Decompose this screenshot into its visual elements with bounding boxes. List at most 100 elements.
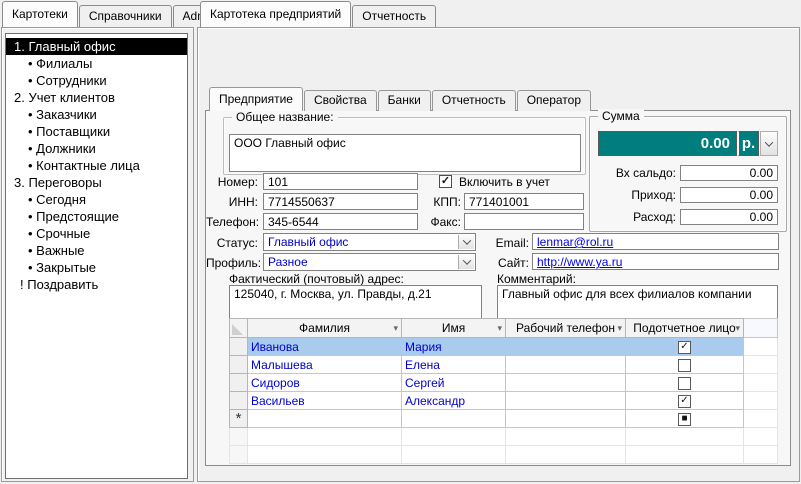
cell-firstname[interactable] — [401, 409, 506, 428]
tab-reports[interactable]: Отчетность — [431, 90, 516, 111]
email-link[interactable]: lenmar@rol.ru — [537, 235, 613, 249]
comment-input[interactable]: Главный офис для всех филиалов компании — [497, 285, 778, 319]
tree-item-main-office[interactable]: 1. Главный офис — [6, 38, 187, 55]
sum-currency-dropdown-button[interactable] — [760, 131, 778, 156]
tree-item-suppliers[interactable]: • Поставщики — [6, 123, 187, 140]
filter-arrow-icon[interactable]: ▾ — [393, 323, 398, 333]
row-selector[interactable] — [229, 337, 248, 356]
accountable-checkbox[interactable] — [678, 358, 691, 372]
accountable-checkbox[interactable]: ■ — [678, 412, 691, 426]
tab-spravochniki[interactable]: Справочники — [78, 5, 172, 27]
tree-item-employees[interactable]: • Сотрудники — [6, 72, 187, 89]
profile-dropdown-button[interactable] — [458, 255, 474, 269]
cell-firstname[interactable]: Мария — [401, 337, 506, 356]
cell-firstname[interactable]: Сергей — [401, 373, 506, 392]
tab-enterprise[interactable]: Предприятие — [209, 87, 303, 111]
row-selector[interactable] — [229, 355, 248, 374]
cell-accountable[interactable]: ■ — [625, 409, 744, 428]
tree-item-debtors[interactable]: • Должники — [6, 140, 187, 157]
column-header-workphone[interactable]: Рабочий телефон ▾ — [505, 318, 626, 338]
cell-accountable[interactable]: ✓ — [625, 391, 744, 410]
profile-combobox[interactable]: Разное — [263, 253, 476, 271]
cell-filler — [743, 355, 778, 374]
tab-enterprises-card[interactable]: Картотека предприятий — [200, 1, 352, 27]
row-selector — [229, 445, 248, 464]
sum-total-display: 0.00 — [598, 131, 737, 156]
cell-lastname[interactable] — [247, 409, 402, 428]
row-selector — [229, 427, 248, 446]
filter-arrow-icon[interactable]: ▾ — [735, 323, 740, 333]
cell-accountable[interactable] — [625, 373, 744, 392]
table-row[interactable]: Сидоров Сергей — [229, 373, 778, 392]
cell-workphone[interactable] — [505, 355, 626, 374]
cell-workphone[interactable] — [505, 373, 626, 392]
tree-item-important[interactable]: • Важные — [6, 242, 187, 259]
cell-firstname[interactable]: Александр — [401, 391, 506, 410]
row-selector[interactable] — [229, 391, 248, 410]
include-checkbox[interactable]: ✓ — [439, 175, 452, 188]
tab-kartoteki[interactable]: Картотеки — [2, 1, 78, 27]
general-name-input[interactable]: ООО Главный офис — [229, 134, 581, 172]
cell-workphone[interactable] — [505, 391, 626, 410]
inn-input[interactable]: 7714550637 — [263, 193, 418, 210]
tree-item-urgent[interactable]: • Срочные — [6, 225, 187, 242]
accountable-checkbox[interactable]: ✓ — [678, 340, 691, 354]
expense-input[interactable]: 0.00 — [680, 209, 778, 225]
tab-banks[interactable]: Банки — [377, 90, 431, 111]
site-input[interactable]: http://www.ya.ru — [532, 253, 779, 270]
opening-balance-input[interactable]: 0.00 — [680, 165, 778, 181]
column-header-lastname[interactable]: Фамилия ▾ — [247, 318, 402, 338]
tree-item-today[interactable]: • Сегодня — [6, 191, 187, 208]
email-label: Email: — [495, 236, 529, 250]
fax-input[interactable] — [464, 213, 584, 230]
tree-item-upcoming[interactable]: • Предстоящие — [6, 208, 187, 225]
cell-firstname[interactable]: Елена — [401, 355, 506, 374]
phone-input[interactable]: 345-6544 — [263, 213, 418, 230]
tree-item-closed[interactable]: • Закрытые — [6, 259, 187, 276]
kpp-label: КПП: — [433, 195, 461, 209]
accountable-checkbox[interactable]: ✓ — [678, 394, 691, 408]
site-link[interactable]: http://www.ya.ru — [537, 255, 622, 269]
tree-item-client-accounting[interactable]: 2. Учет клиентов — [6, 89, 187, 106]
number-input[interactable]: 101 — [263, 173, 418, 190]
row-selector[interactable] — [229, 373, 248, 392]
tree-item-contacts[interactable]: • Контактные лица — [6, 157, 187, 174]
tree-item-customers[interactable]: • Заказчики — [6, 106, 187, 123]
table-new-row[interactable]: * ■ — [229, 409, 778, 428]
status-dropdown-button[interactable] — [458, 235, 474, 249]
tree-item-negotiations[interactable]: 3. Переговоры — [6, 174, 187, 191]
column-header-accountable[interactable]: Подотчетное лицо ▾ — [625, 318, 744, 338]
tree-item-congratulate[interactable]: ! Поздравить — [6, 276, 187, 293]
filter-arrow-icon[interactable]: ▾ — [497, 323, 502, 333]
table-row[interactable]: Васильев Александр ✓ — [229, 391, 778, 410]
cell-filler — [743, 373, 778, 392]
table-empty-row — [229, 445, 778, 464]
column-header-firstname[interactable]: Имя ▾ — [401, 318, 506, 338]
tab-operator[interactable]: Оператор — [516, 90, 592, 111]
cell-lastname[interactable]: Иванова — [247, 337, 402, 356]
cell-accountable[interactable]: ✓ — [625, 337, 744, 356]
kpp-input[interactable]: 771401001 — [464, 193, 584, 210]
cell-lastname[interactable]: Васильев — [247, 391, 402, 410]
cell-workphone[interactable] — [505, 409, 626, 428]
tab-properties[interactable]: Свойства — [303, 90, 377, 111]
filter-arrow-icon[interactable]: ▾ — [617, 323, 622, 333]
cell-accountable[interactable] — [625, 355, 744, 374]
income-input[interactable]: 0.00 — [680, 187, 778, 203]
tab-reporting[interactable]: Отчетность — [352, 5, 437, 27]
table-select-all-corner[interactable] — [229, 318, 248, 338]
table-row[interactable]: Малышева Елена — [229, 355, 778, 374]
accountable-checkbox[interactable] — [678, 376, 691, 390]
cell-lastname[interactable]: Сидоров — [247, 373, 402, 392]
sum-groupbox: Сумма 0.00 р. Вх сальдо: 0.00 Приход: 0.… — [589, 109, 787, 232]
email-input[interactable]: lenmar@rol.ru — [532, 233, 779, 250]
left-tab-bar: Картотеки Справочники Admin — [2, 1, 228, 27]
corner-triangle-icon — [232, 324, 243, 335]
table-empty-row — [229, 427, 778, 446]
table-row[interactable]: Иванова Мария ✓ — [229, 337, 778, 356]
address-input[interactable]: 125040, г. Москва, ул. Правды, д.21 — [229, 285, 482, 319]
status-combobox[interactable]: Главный офис — [263, 233, 476, 251]
cell-workphone[interactable] — [505, 337, 626, 356]
tree-item-branches[interactable]: • Филиалы — [6, 55, 187, 72]
cell-lastname[interactable]: Малышева — [247, 355, 402, 374]
